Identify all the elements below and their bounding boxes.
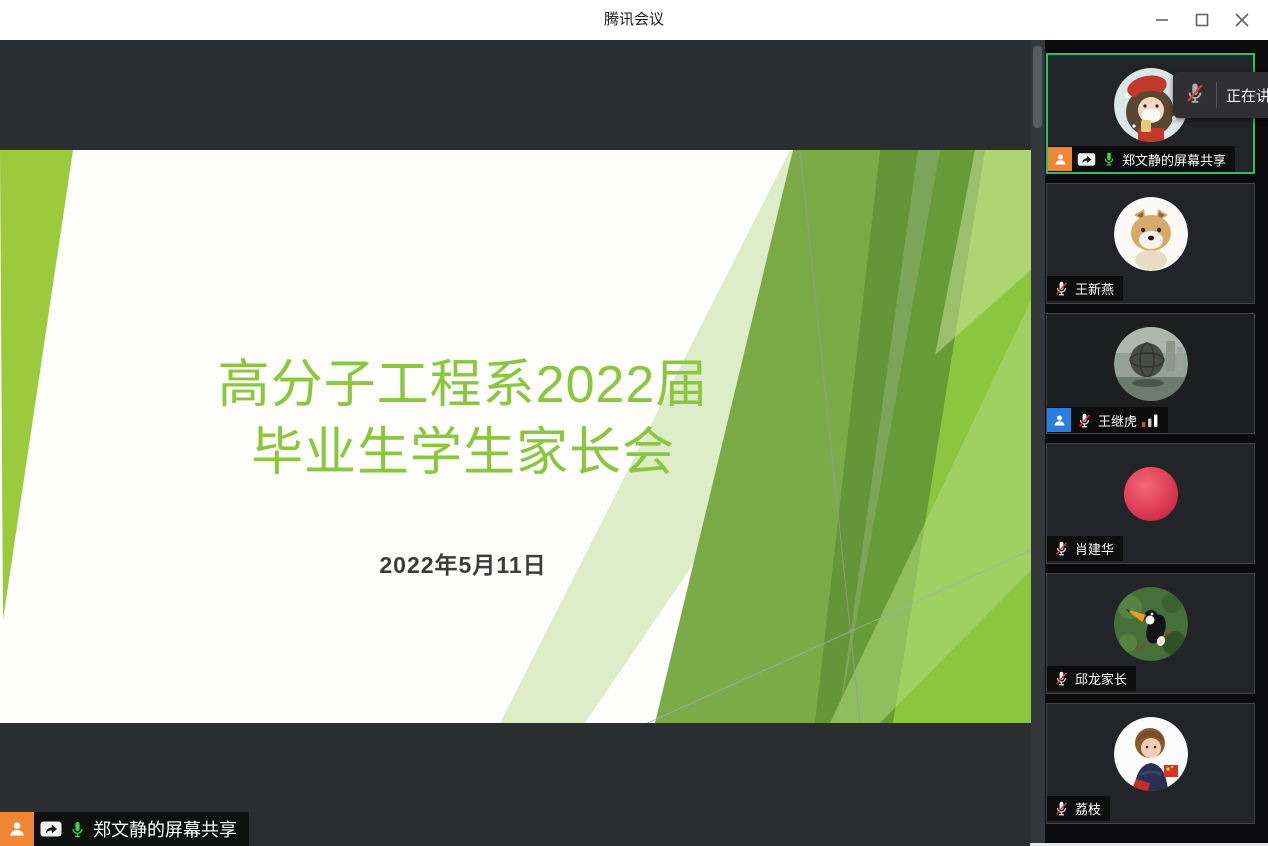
participant-name: 王继虎 xyxy=(1098,411,1137,430)
participant-tile-lizhi[interactable]: 荔枝 xyxy=(1046,703,1255,824)
avatar xyxy=(1114,587,1188,661)
presentation-slide: 高分子工程系2022届 毕业生学生家长会 2022年5月11日 xyxy=(0,150,1031,723)
participant-tile-zhengwenjing[interactable]: 正在讲 郑文静的屏幕共享 xyxy=(1046,53,1255,174)
shared-screen-area: 高分子工程系2022届 毕业生学生家长会 2022年5月11日 郑文静的屏幕共享 xyxy=(0,40,1031,846)
mic-on-icon xyxy=(1101,151,1117,167)
host-badge-icon xyxy=(0,812,34,846)
mic-muted-icon xyxy=(1053,670,1070,687)
participant-tile-wangjihu[interactable]: 王继虎 xyxy=(1046,313,1255,434)
participant-namebar: 郑文静的屏幕共享 xyxy=(1048,146,1235,172)
participant-namebar: 王继虎 xyxy=(1047,407,1168,433)
participant-name: 肖建华 xyxy=(1075,539,1114,558)
mic-muted-icon xyxy=(1053,800,1070,817)
participant-name: 王新燕 xyxy=(1075,279,1114,298)
avatar xyxy=(1114,197,1188,271)
participant-tile-wangxinyan[interactable]: 王新燕 xyxy=(1046,183,1255,304)
slide-date: 2022年5月11日 xyxy=(0,546,926,580)
participant-name: 郑文静的屏幕共享 xyxy=(1122,150,1226,169)
screen-share-banner-label: 郑文静的屏幕共享 xyxy=(93,816,237,842)
speaking-indicator-tooltip: 正在讲 xyxy=(1173,72,1268,118)
window-controls xyxy=(1142,0,1262,40)
mic-on-icon xyxy=(68,820,87,839)
minimize-button[interactable] xyxy=(1142,0,1182,40)
avatar xyxy=(1114,327,1188,401)
slide-title-line1: 高分子工程系2022届 xyxy=(0,352,926,420)
screen-share-icon xyxy=(1077,152,1096,167)
participant-name: 邱龙家长 xyxy=(1075,669,1127,688)
member-badge-icon xyxy=(1047,408,1071,432)
speaking-indicator-text: 正在讲 xyxy=(1226,85,1268,106)
participants-sidebar: 正在讲 郑文静的屏幕共享 xyxy=(1045,40,1268,846)
host-badge-icon xyxy=(1048,147,1072,171)
maximize-button[interactable] xyxy=(1182,0,1222,40)
tooltip-divider xyxy=(1216,82,1217,108)
mic-muted-icon xyxy=(1053,540,1070,557)
sidebar-scrollbar-thumb[interactable] xyxy=(1033,46,1042,128)
avatar xyxy=(1114,457,1188,531)
participant-tile-qiulongjiazhang[interactable]: 邱龙家长 xyxy=(1046,573,1255,694)
window-title: 腾讯会议 xyxy=(604,0,664,40)
participant-tile-xiaojianhua[interactable]: 肖建华 xyxy=(1046,443,1255,564)
slide-title-line2: 毕业生学生家长会 xyxy=(0,420,926,488)
participant-name: 荔枝 xyxy=(1075,799,1101,818)
screen-share-icon xyxy=(40,820,62,838)
screen-share-banner: 郑文静的屏幕共享 xyxy=(0,812,249,846)
app-window: 腾讯会议 xyxy=(0,0,1268,846)
participant-namebar: 王新燕 xyxy=(1047,276,1123,301)
titlebar: 腾讯会议 xyxy=(0,0,1268,40)
participant-namebar: 荔枝 xyxy=(1047,796,1110,821)
close-button[interactable] xyxy=(1222,0,1262,40)
sidebar-scrollbar xyxy=(1031,40,1045,846)
mic-muted-icon xyxy=(1076,412,1093,429)
participant-namebar: 邱龙家长 xyxy=(1047,666,1136,691)
avatar xyxy=(1114,717,1188,791)
mic-muted-icon xyxy=(1053,280,1070,297)
mic-muted-icon xyxy=(1183,81,1207,110)
slide-title: 高分子工程系2022届 毕业生学生家长会 xyxy=(0,352,926,487)
network-signal-icon xyxy=(1142,413,1159,427)
participant-namebar: 肖建华 xyxy=(1047,536,1123,561)
